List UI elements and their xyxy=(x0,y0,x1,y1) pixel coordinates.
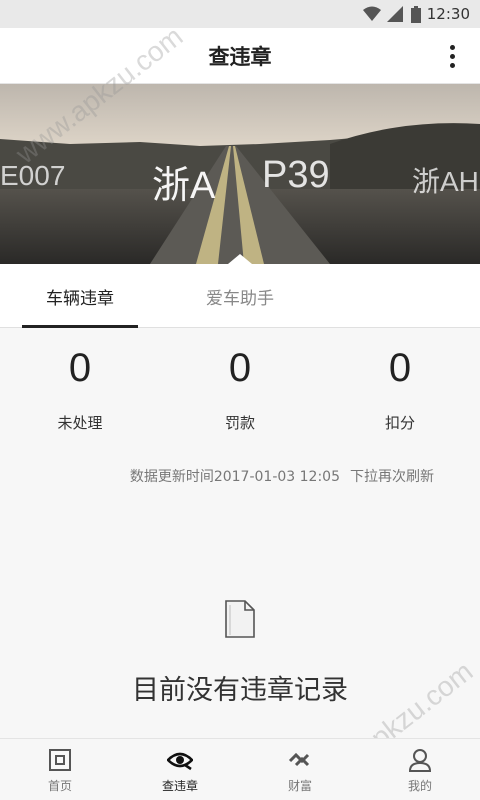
plate-text-right: 浙AH xyxy=(412,166,479,197)
stat-value: 0 xyxy=(388,346,412,390)
violation-stats: 0 未处理 0 罚款 0 扣分 xyxy=(0,340,480,450)
tab-label: 车辆违章 xyxy=(46,288,114,309)
update-info: 数据更新时间2017-01-03 12:05 下拉再次刷新 xyxy=(130,466,434,486)
tab-car-assistant[interactable]: 爱车助手 xyxy=(160,264,320,328)
refresh-hint: 下拉再次刷新 xyxy=(350,469,434,485)
tab-vehicle-violations[interactable]: 车辆违章 xyxy=(0,264,160,328)
document-icon xyxy=(225,600,255,638)
stat-fine[interactable]: 0 罚款 xyxy=(160,340,320,450)
nav-wealth[interactable]: 财富 xyxy=(240,739,360,800)
more-dot xyxy=(449,44,455,50)
page-title: 查违章 xyxy=(208,44,272,69)
eye-icon xyxy=(167,747,193,773)
stat-value: 0 xyxy=(228,346,252,390)
wifi-icon xyxy=(362,6,381,22)
stat-label: 罚款 xyxy=(224,414,255,432)
nav-profile[interactable]: 我的 xyxy=(360,739,480,800)
nav-violations[interactable]: 查违章 xyxy=(120,739,240,800)
plate-text-center: 浙A xyxy=(152,165,216,207)
plate-text-mid: P39 xyxy=(262,154,330,196)
stat-label: 扣分 xyxy=(384,414,415,432)
empty-state-text: 目前没有违章记录 xyxy=(132,675,348,706)
user-icon xyxy=(407,747,433,773)
road-image xyxy=(0,84,480,264)
update-time: 数据更新时间2017-01-03 12:05 xyxy=(129,469,340,485)
home-icon xyxy=(47,747,73,773)
banner-pointer xyxy=(228,254,252,264)
stat-unprocessed[interactable]: 0 未处理 xyxy=(0,340,160,450)
road-banner: E007 浙A P39 浙AH xyxy=(0,84,480,264)
more-dot xyxy=(449,62,455,68)
tab-label: 爱车助手 xyxy=(206,288,274,309)
stat-value: 0 xyxy=(68,346,92,390)
nav-label: 首页 xyxy=(47,778,72,793)
nav-label: 财富 xyxy=(287,778,312,793)
more-dot xyxy=(449,53,455,59)
more-vert-icon[interactable] xyxy=(440,42,464,70)
status-time: 12:30 xyxy=(426,5,470,23)
status-bar: 12:30 xyxy=(0,0,480,28)
wealth-icon xyxy=(287,747,313,773)
nav-home[interactable]: 首页 xyxy=(0,739,120,800)
tab-bar: 车辆违章 爱车助手 xyxy=(0,264,480,328)
stat-label: 未处理 xyxy=(57,414,103,432)
battery-icon xyxy=(410,6,421,23)
nav-label: 查违章 xyxy=(161,778,198,793)
app-bar: 查违章 xyxy=(0,28,480,84)
stat-points[interactable]: 0 扣分 xyxy=(320,340,480,450)
bottom-nav: 首页 查违章 财富 我的 xyxy=(0,738,480,800)
nav-label: 我的 xyxy=(407,778,432,793)
signal-icon xyxy=(386,6,405,22)
plate-text-left: E007 xyxy=(0,160,66,191)
